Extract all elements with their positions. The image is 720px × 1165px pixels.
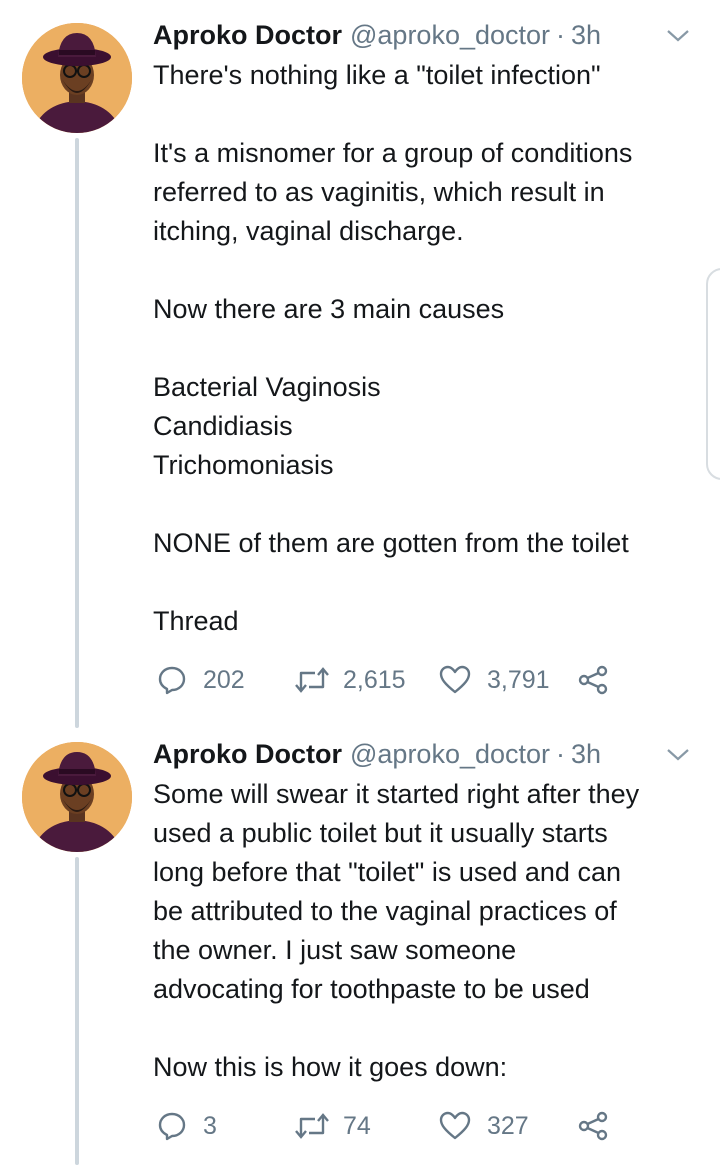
timestamp[interactable]: 3h <box>571 20 601 51</box>
tweet-text-line: used a public toilet but it usually star… <box>153 818 608 848</box>
share-icon <box>577 1111 609 1141</box>
tweet-text-line: the owner. I just saw someone <box>153 935 517 965</box>
retweet-button[interactable]: 2,615 <box>293 662 406 698</box>
tweet-text-line <box>153 563 713 602</box>
separator-dot: · <box>556 739 566 769</box>
share-button[interactable] <box>577 662 609 698</box>
tweet-text-line: Candidiasis <box>153 411 293 441</box>
tweet-text-line <box>153 95 713 134</box>
avatar[interactable] <box>22 23 132 133</box>
reply-count: 202 <box>203 665 245 694</box>
tweet-text: Some will swear it started right after t… <box>153 775 713 1087</box>
heart-icon <box>439 665 471 695</box>
tweet-text-line: It's a misnomer for a group of condition… <box>153 138 633 168</box>
tweet-text-line: Now there are 3 main causes <box>153 294 505 324</box>
tweet-actions: 3 74 327 <box>153 1108 633 1144</box>
retweet-count: 74 <box>343 1111 371 1140</box>
tweet-text-line: long before that "toilet" is used and ca… <box>153 857 621 887</box>
separator-dot: · <box>556 20 566 50</box>
tweet-text-line: be attributed to the vaginal practices o… <box>153 896 617 926</box>
reply-button[interactable]: 202 <box>157 662 245 698</box>
reply-count: 3 <box>203 1111 217 1140</box>
timestamp[interactable]: 3h <box>571 739 601 770</box>
display-name[interactable]: Aproko Doctor <box>153 739 342 770</box>
user-handle[interactable]: @aproko_doctor <box>350 739 550 770</box>
retweet-button[interactable]: 74 <box>293 1108 371 1144</box>
tweet-text-line: Thread <box>153 606 239 636</box>
reply-button[interactable]: 3 <box>157 1108 217 1144</box>
user-handle[interactable]: @aproko_doctor <box>350 20 550 51</box>
like-button[interactable]: 327 <box>439 1108 529 1144</box>
retweet-icon <box>293 665 331 695</box>
tweet-text: There's nothing like a "toilet infection… <box>153 56 713 641</box>
tweet-text-line: Bacterial Vaginosis <box>153 372 381 402</box>
chevron-down-icon[interactable] <box>666 28 690 44</box>
retweet-count: 2,615 <box>343 665 406 694</box>
display-name[interactable]: Aproko Doctor <box>153 20 342 51</box>
tweet-1[interactable]: Aproko Doctor @aproko_doctor · 3h There'… <box>0 20 720 728</box>
tweet-header: Aproko Doctor @aproko_doctor · 3h <box>153 739 601 779</box>
tweet-2[interactable]: Aproko Doctor @aproko_doctor · 3h Some w… <box>0 739 720 1165</box>
tweet-text-line: advocating for toothpaste to be used <box>153 974 590 1004</box>
tweet-text-line: referred to as vaginitis, which result i… <box>153 177 605 207</box>
reply-icon <box>157 665 187 695</box>
tweet-actions: 202 2,615 3,791 <box>153 662 633 698</box>
share-button[interactable] <box>577 1108 609 1144</box>
tweet-text-line: NONE of them are gotten from the toilet <box>153 528 629 558</box>
tweet-text-line: Now this is how it goes down: <box>153 1052 508 1082</box>
chevron-down-icon[interactable] <box>666 747 690 763</box>
tweet-text-line: itching, vaginal discharge. <box>153 216 464 246</box>
like-button[interactable]: 3,791 <box>439 662 550 698</box>
like-count: 3,791 <box>487 665 550 694</box>
like-count: 327 <box>487 1111 529 1140</box>
tweet-text-line <box>153 1009 713 1048</box>
heart-icon <box>439 1111 471 1141</box>
tweet-header: Aproko Doctor @aproko_doctor · 3h <box>153 20 601 60</box>
tweet-text-line: Trichomoniasis <box>153 450 334 480</box>
retweet-icon <box>293 1111 331 1141</box>
share-icon <box>577 665 609 695</box>
tweet-text-line: There's nothing like a "toilet infection… <box>153 60 601 90</box>
avatar[interactable] <box>22 742 132 852</box>
tweet-text-line <box>153 485 713 524</box>
reply-icon <box>157 1111 187 1141</box>
tweet-text-line: Some will swear it started right after t… <box>153 779 640 809</box>
thread-connector-line <box>75 138 79 728</box>
thread-connector-line <box>75 857 79 1165</box>
tweet-text-line <box>153 251 713 290</box>
tweet-text-line <box>153 329 713 368</box>
